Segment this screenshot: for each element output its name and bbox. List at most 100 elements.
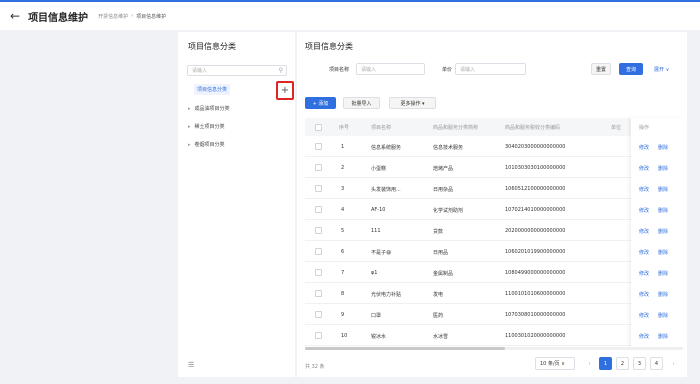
- cell-index: 1: [341, 144, 345, 150]
- cell-short-name: 金属制品: [433, 271, 454, 277]
- reset-button[interactable]: 重置: [591, 63, 611, 75]
- plus-icon: +: [280, 85, 290, 96]
- input-placeholder: 请输入: [460, 66, 476, 73]
- caret-right-icon[interactable]: ▸: [188, 124, 191, 130]
- project-name-input[interactable]: 请输入: [356, 63, 425, 75]
- row-checkbox[interactable]: [315, 185, 322, 192]
- row-checkbox[interactable]: [315, 269, 322, 276]
- table-row[interactable]: 6 不是子😄 日用品 1060201019900000000: [305, 241, 683, 262]
- chevron-right-icon: ›: [131, 13, 134, 19]
- edit-link[interactable]: 修改: [639, 207, 649, 214]
- table-row[interactable]: 1 信息系统服务 信息技术服务 3040203000000000000: [305, 136, 683, 157]
- cell-project-name: 小蛋糕: [371, 166, 387, 172]
- prev-page-button[interactable]: ‹: [583, 357, 596, 370]
- scrollbar-thumb[interactable]: [305, 347, 505, 350]
- delete-link[interactable]: 删除: [658, 144, 668, 151]
- table-header: 序号 项目名称 商品和服务分类简称 商品和服务税收分类编码 单位: [305, 118, 683, 136]
- caret-right-icon[interactable]: ▸: [188, 106, 191, 112]
- table-row[interactable]: 9 口罩 医药 1070308010000000000: [305, 304, 683, 325]
- cell-tax-code: 2020000000000000000: [505, 228, 566, 234]
- delete-link[interactable]: 删除: [658, 249, 668, 256]
- page-header: ← 项目信息维护 开票信息维护 › 项目信息维护: [0, 2, 700, 30]
- menu-icon[interactable]: ☰: [188, 361, 194, 369]
- table-row[interactable]: 8 光伏电力补贴 发电 1100101010600000000: [305, 283, 683, 304]
- cell-project-name: AF-10: [371, 207, 386, 213]
- edit-link[interactable]: 修改: [639, 312, 649, 319]
- unit-price-input[interactable]: 请输入: [455, 63, 526, 75]
- tree-item-cigarette[interactable]: ▸ 卷烟项目分类: [188, 141, 225, 148]
- col-tax-code: 商品和服务税收分类编码: [505, 125, 561, 131]
- tree-item-rare-earth[interactable]: ▸ 稀土项目分类: [188, 123, 225, 130]
- horizontal-scrollbar[interactable]: [305, 347, 683, 350]
- page-4-button[interactable]: 4: [650, 357, 663, 370]
- row-checkbox[interactable]: [315, 206, 322, 213]
- cell-index: 7: [341, 270, 345, 276]
- edit-link[interactable]: 修改: [639, 249, 649, 256]
- edit-link[interactable]: 修改: [639, 228, 649, 235]
- delete-link[interactable]: 删除: [658, 291, 668, 298]
- caret-right-icon[interactable]: ▸: [188, 142, 191, 148]
- table-row[interactable]: 10 锐冰水 水冰雪 1100301020000000000: [305, 325, 683, 346]
- breadcrumb-item-parent[interactable]: 开票信息维护: [98, 13, 128, 20]
- add-category-button[interactable]: +: [276, 81, 294, 100]
- cell-tax-code: 1010303030100000000: [505, 165, 566, 171]
- cell-short-name: 医药: [433, 313, 444, 319]
- input-placeholder: 请输入: [361, 66, 377, 73]
- more-actions-button[interactable]: 更多操作 ▾: [389, 97, 436, 109]
- row-checkbox[interactable]: [315, 311, 322, 318]
- cell-tax-code: 1070214010000000000: [505, 207, 566, 213]
- row-checkbox[interactable]: [315, 227, 322, 234]
- delete-link[interactable]: 删除: [658, 333, 668, 340]
- table-row[interactable]: 3 头发装饰用... 日用杂品 1060512100000000000: [305, 178, 683, 199]
- cell-project-name: 信息系统服务: [371, 145, 402, 151]
- delete-link[interactable]: 删除: [658, 312, 668, 319]
- row-checkbox[interactable]: [315, 332, 322, 339]
- edit-link[interactable]: 修改: [639, 270, 649, 277]
- cell-index: 5: [341, 228, 345, 234]
- table-row[interactable]: 7 φ1 金属制品 1080499000000000000: [305, 262, 683, 283]
- cell-short-name: 化学试剂助剂: [433, 208, 464, 214]
- edit-link[interactable]: 修改: [639, 144, 649, 151]
- cell-project-name: 不是子😄: [371, 250, 392, 256]
- add-button[interactable]: + 添加: [305, 97, 336, 109]
- cell-short-name: 焙烤产品: [433, 166, 454, 172]
- edit-link[interactable]: 修改: [639, 333, 649, 340]
- search-icon[interactable]: ⚲: [279, 67, 283, 74]
- query-button[interactable]: 查询: [619, 63, 643, 75]
- next-page-button[interactable]: ›: [667, 357, 680, 370]
- row-checkbox[interactable]: [315, 248, 322, 255]
- page-2-button[interactable]: 2: [616, 357, 629, 370]
- edit-link[interactable]: 修改: [639, 165, 649, 172]
- delete-link[interactable]: 删除: [658, 228, 668, 235]
- delete-link[interactable]: 删除: [658, 186, 668, 193]
- table-row[interactable]: 2 小蛋糕 焙烤产品 1010303030100000000: [305, 157, 683, 178]
- col-short-name: 商品和服务分类简称: [433, 125, 479, 131]
- sidebar-title: 项目信息分类: [188, 42, 236, 51]
- table-row[interactable]: 4 AF-10 化学试剂助剂 1070214010000000000: [305, 199, 683, 220]
- col-operation: 操作: [639, 125, 650, 131]
- cell-project-name: 口罩: [371, 313, 382, 319]
- tree-item-refined-oil[interactable]: ▸ 成品油项目分类: [188, 105, 230, 112]
- cell-short-name: 日用杂品: [433, 187, 454, 193]
- batch-import-button[interactable]: 批量导入: [343, 97, 380, 109]
- tree-item-project-info[interactable]: 项目信息分类: [194, 84, 231, 95]
- page-3-button[interactable]: 3: [633, 357, 646, 370]
- edit-link[interactable]: 修改: [639, 186, 649, 193]
- select-all-checkbox[interactable]: [315, 124, 322, 131]
- expand-filters-link[interactable]: 展开 ∨: [654, 66, 669, 73]
- edit-link[interactable]: 修改: [639, 291, 649, 298]
- arrow-left-icon[interactable]: ←: [10, 9, 20, 23]
- table-row[interactable]: 5 111 贷款 2020000000000000000: [305, 220, 683, 241]
- delete-link[interactable]: 删除: [658, 165, 668, 172]
- cell-project-name: φ1: [371, 270, 378, 276]
- page-1-button[interactable]: 1: [599, 357, 612, 370]
- cell-short-name: 水冰雪: [433, 334, 449, 340]
- delete-link[interactable]: 删除: [658, 207, 668, 214]
- row-checkbox[interactable]: [315, 290, 322, 297]
- delete-link[interactable]: 删除: [658, 270, 668, 277]
- row-checkbox[interactable]: [315, 164, 322, 171]
- page-size-select[interactable]: 10 条/页 ∨: [535, 357, 575, 370]
- main-panel: 项目信息分类 项目名称 请输入 单价 请输入 重置 查询 展开 ∨ + 添加 批…: [297, 32, 687, 377]
- category-search-input[interactable]: 请输入 ⚲: [187, 65, 287, 76]
- row-checkbox[interactable]: [315, 143, 322, 150]
